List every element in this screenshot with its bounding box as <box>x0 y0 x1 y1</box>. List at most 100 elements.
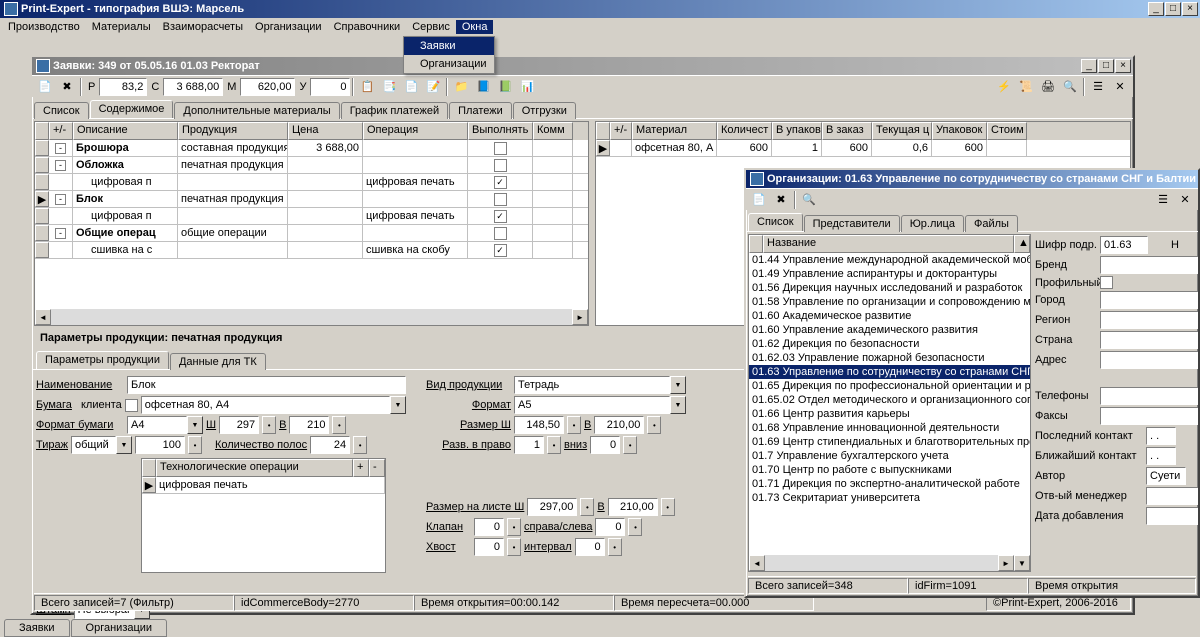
col-op[interactable]: Операция <box>363 122 468 140</box>
tech-del-icon[interactable]: - <box>369 459 385 477</box>
field-tirage-mode[interactable] <box>71 436 116 454</box>
format2-dropdown-icon[interactable]: ▼ <box>670 396 686 414</box>
field-sheet-h[interactable] <box>608 498 658 516</box>
field-paper[interactable] <box>141 396 390 414</box>
field-date-add[interactable] <box>1146 507 1200 525</box>
format-dropdown-icon[interactable]: ▼ <box>187 416 203 434</box>
type-dropdown-icon[interactable]: ▼ <box>670 376 686 394</box>
field-h[interactable] <box>289 416 329 434</box>
product-row[interactable]: цифровая пцифровая печать✓ <box>35 174 588 191</box>
org-list-item[interactable]: 01.56 Дирекция научных исследований и ра… <box>749 281 1030 295</box>
shh-spin[interactable]: • <box>661 498 675 516</box>
field-razv2[interactable] <box>590 436 620 454</box>
menu-windows[interactable]: Окна <box>456 20 494 34</box>
org-hscroll[interactable]: ◄►▼ <box>749 555 1030 571</box>
product-row[interactable]: сшивка на ссшивка на скобу✓ <box>35 242 588 259</box>
tech-ops-header[interactable]: Технологические операции <box>156 459 353 477</box>
menu-accounts[interactable]: Взаиморасчеты <box>157 20 249 34</box>
tool-c-icon[interactable]: 📄 <box>400 77 422 97</box>
product-row[interactable]: цифровая пцифровая печать✓ <box>35 208 588 225</box>
field-format[interactable] <box>127 416 187 434</box>
org-tab-reps[interactable]: Представители <box>804 215 900 232</box>
org-tab-list[interactable]: Список <box>748 213 803 231</box>
menu-directories[interactable]: Справочники <box>328 20 407 34</box>
field-fax[interactable] <box>1100 407 1200 425</box>
field-flap[interactable] <box>474 518 504 536</box>
org-list-scroll-up-icon[interactable]: ▲ <box>1014 235 1030 253</box>
org-list-item[interactable]: 01.62 Дирекция по безопасности <box>749 337 1030 351</box>
org-del-icon[interactable]: ✖ <box>770 190 792 210</box>
org-list-item[interactable]: 01.65 Дирекция по профессиональной ориен… <box>749 379 1030 393</box>
sh-spin[interactable]: • <box>647 416 661 434</box>
col2-mat[interactable]: Материал <box>632 122 717 140</box>
tech-op-row[interactable]: ▶ цифровая печать <box>142 477 385 494</box>
tab-payschedule[interactable]: График платежей <box>341 102 448 119</box>
material-row[interactable]: ▶ офсетная 80, А 600 1 600 0,6 600 <box>596 140 1130 157</box>
org-list[interactable]: Название ▲ 01.44 Управление международно… <box>748 234 1031 572</box>
org-search-icon[interactable]: 🔍 <box>798 190 820 210</box>
org-list-item[interactable]: 01.60 Управление академического развития <box>749 323 1030 337</box>
tool-f-icon[interactable]: 📘 <box>472 77 494 97</box>
field-addr[interactable] <box>1100 351 1200 369</box>
product-row[interactable]: -Брошюрасоставная продукция3 688,00 <box>35 140 588 157</box>
org-list-item[interactable]: 01.71 Дирекция по экспертно-аналитическо… <box>749 477 1030 491</box>
org-list-item[interactable]: 01.65.02 Отдел методического и организац… <box>749 393 1030 407</box>
tab-payments[interactable]: Платежи <box>449 102 512 119</box>
field-manager[interactable] <box>1146 487 1200 505</box>
sw-spin[interactable]: • <box>567 416 581 434</box>
tirage-mode-dropdown-icon[interactable]: ▼ <box>116 436 132 454</box>
org-list-item[interactable]: 01.73 Секритариат университета <box>749 491 1030 505</box>
razv2-spin[interactable]: • <box>623 436 637 454</box>
field-code[interactable] <box>1100 236 1148 254</box>
col2-cur[interactable]: Текущая ц <box>872 122 932 140</box>
col-expand[interactable]: +/- <box>49 122 73 140</box>
org-x-icon[interactable]: ✕ <box>1174 190 1196 210</box>
field-author[interactable] <box>1146 467 1186 485</box>
org-list-item[interactable]: 01.49 Управление аспирантуры и докторант… <box>749 267 1030 281</box>
tool-print-icon[interactable]: 🖨 <box>1037 77 1059 97</box>
field-region[interactable] <box>1100 311 1200 329</box>
grid1-hscroll[interactable]: ◄► <box>35 309 588 325</box>
pages-spin[interactable]: • <box>353 436 367 454</box>
field-y[interactable] <box>310 78 350 96</box>
product-row[interactable]: ▶-Блокпечатная продукция <box>35 191 588 208</box>
org-list-item[interactable]: 01.60 Академическое развитие <box>749 309 1030 323</box>
field-city[interactable] <box>1100 291 1200 309</box>
col2-packs[interactable]: Упаковок <box>932 122 987 140</box>
field-m[interactable] <box>240 78 295 96</box>
delete-icon[interactable]: ✖ <box>56 77 78 97</box>
tool-find-icon[interactable]: 🔍 <box>1059 77 1081 97</box>
w-spin[interactable]: • <box>262 416 276 434</box>
tail-spin[interactable]: • <box>507 538 521 556</box>
client-checkbox[interactable] <box>125 399 138 412</box>
field-country[interactable] <box>1100 331 1200 349</box>
tech-add-icon[interactable]: + <box>353 459 369 477</box>
field-next[interactable] <box>1146 447 1176 465</box>
field-size-w[interactable] <box>514 416 564 434</box>
requests-minimize[interactable]: _ <box>1081 59 1097 73</box>
tirage-spin[interactable]: • <box>188 436 202 454</box>
field-w[interactable] <box>219 416 259 434</box>
field-flap2[interactable] <box>595 518 625 536</box>
maximize-button[interactable]: □ <box>1165 2 1181 16</box>
org-tab-files[interactable]: Файлы <box>965 215 1018 232</box>
menu-organizations[interactable]: Организации <box>249 20 328 34</box>
tech-ops-grid[interactable]: Технологические операции + - ▶ цифровая … <box>141 458 386 573</box>
tail2-spin[interactable]: • <box>608 538 622 556</box>
close-button[interactable]: × <box>1182 2 1198 16</box>
org-tab-legal[interactable]: Юр.лица <box>901 215 964 232</box>
col-price[interactable]: Цена <box>288 122 363 140</box>
tab-tk[interactable]: Данные для ТК <box>170 353 266 370</box>
field-phone[interactable] <box>1100 387 1200 405</box>
product-row[interactable]: -Обложкапечатная продукция <box>35 157 588 174</box>
field-sheet-w[interactable] <box>527 498 577 516</box>
col-comm[interactable]: Комм <box>533 122 573 140</box>
taskbar-organizations[interactable]: Организации <box>71 619 168 637</box>
field-name[interactable] <box>127 376 406 394</box>
org-list-item[interactable]: 01.7 Управление бухгалтерского учета <box>749 449 1030 463</box>
menu-production[interactable]: Производство <box>2 20 86 34</box>
profile-checkbox[interactable] <box>1100 276 1113 289</box>
col2-expand[interactable]: +/- <box>610 122 632 140</box>
tool-log-icon[interactable]: 📜 <box>1015 77 1037 97</box>
tool-calc-icon[interactable]: ⚡ <box>993 77 1015 97</box>
